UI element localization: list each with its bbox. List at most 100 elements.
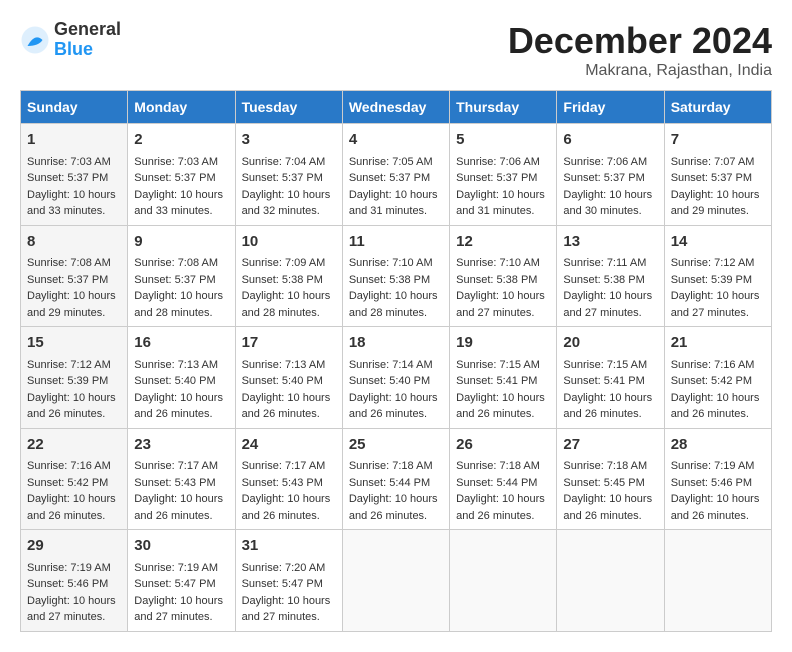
calendar-cell: 29Sunrise: 7:19 AMSunset: 5:46 PMDayligh…: [21, 530, 128, 632]
day-info-line: Sunset: 5:43 PM: [242, 475, 336, 492]
day-number: 24: [242, 434, 336, 457]
day-info-line: Sunset: 5:45 PM: [563, 475, 657, 492]
day-info-line: Sunrise: 7:17 AM: [242, 458, 336, 475]
calendar-cell: 13Sunrise: 7:11 AMSunset: 5:38 PMDayligh…: [557, 225, 664, 327]
day-info-line: Sunrise: 7:09 AM: [242, 255, 336, 272]
day-info-line: Sunrise: 7:13 AM: [242, 357, 336, 374]
day-info-line: Daylight: 10 hours: [134, 593, 228, 610]
day-info-line: Sunrise: 7:19 AM: [27, 560, 121, 577]
day-info-line: Sunset: 5:39 PM: [27, 373, 121, 390]
day-number: 14: [671, 231, 765, 254]
day-info-line: Sunrise: 7:10 AM: [456, 255, 550, 272]
day-info-line: and 27 minutes.: [27, 609, 121, 626]
day-info-line: Sunset: 5:46 PM: [671, 475, 765, 492]
calendar-cell: 15Sunrise: 7:12 AMSunset: 5:39 PMDayligh…: [21, 327, 128, 429]
day-info-line: Sunrise: 7:08 AM: [134, 255, 228, 272]
calendar-cell: 6Sunrise: 7:06 AMSunset: 5:37 PMDaylight…: [557, 124, 664, 226]
day-info-line: Sunset: 5:43 PM: [134, 475, 228, 492]
day-info-line: Sunrise: 7:17 AM: [134, 458, 228, 475]
day-info-line: Daylight: 10 hours: [671, 390, 765, 407]
day-info-line: Daylight: 10 hours: [563, 288, 657, 305]
day-info-line: Sunset: 5:37 PM: [563, 170, 657, 187]
day-number: 25: [349, 434, 443, 457]
weekday-header-saturday: Saturday: [664, 91, 771, 124]
day-info-line: Sunset: 5:41 PM: [456, 373, 550, 390]
day-info-line: Daylight: 10 hours: [27, 390, 121, 407]
day-info-line: Daylight: 10 hours: [27, 187, 121, 204]
day-info-line: Sunrise: 7:16 AM: [27, 458, 121, 475]
day-info-line: Daylight: 10 hours: [349, 187, 443, 204]
day-info-line: Sunset: 5:37 PM: [27, 170, 121, 187]
calendar-cell: 21Sunrise: 7:16 AMSunset: 5:42 PMDayligh…: [664, 327, 771, 429]
day-info-line: Sunset: 5:37 PM: [134, 170, 228, 187]
day-info-line: and 32 minutes.: [242, 203, 336, 220]
day-info-line: and 26 minutes.: [27, 406, 121, 423]
day-info-line: Sunrise: 7:12 AM: [27, 357, 121, 374]
day-number: 17: [242, 332, 336, 355]
calendar-cell: 27Sunrise: 7:18 AMSunset: 5:45 PMDayligh…: [557, 428, 664, 530]
day-number: 22: [27, 434, 121, 457]
day-number: 21: [671, 332, 765, 355]
day-info-line: and 28 minutes.: [349, 305, 443, 322]
week-row-3: 15Sunrise: 7:12 AMSunset: 5:39 PMDayligh…: [21, 327, 772, 429]
day-info-line: and 31 minutes.: [456, 203, 550, 220]
day-info-line: Sunrise: 7:12 AM: [671, 255, 765, 272]
day-info-line: and 26 minutes.: [242, 508, 336, 525]
day-info-line: and 27 minutes.: [563, 305, 657, 322]
day-info-line: Daylight: 10 hours: [349, 491, 443, 508]
day-info-line: Sunset: 5:42 PM: [671, 373, 765, 390]
day-info-line: Sunset: 5:38 PM: [242, 272, 336, 289]
day-info-line: Sunrise: 7:19 AM: [134, 560, 228, 577]
day-info-line: Sunset: 5:37 PM: [134, 272, 228, 289]
calendar-cell: 7Sunrise: 7:07 AMSunset: 5:37 PMDaylight…: [664, 124, 771, 226]
day-number: 12: [456, 231, 550, 254]
calendar-cell: 23Sunrise: 7:17 AMSunset: 5:43 PMDayligh…: [128, 428, 235, 530]
day-info-line: and 31 minutes.: [349, 203, 443, 220]
calendar-cell: 30Sunrise: 7:19 AMSunset: 5:47 PMDayligh…: [128, 530, 235, 632]
weekday-header-monday: Monday: [128, 91, 235, 124]
calendar-cell: 1Sunrise: 7:03 AMSunset: 5:37 PMDaylight…: [21, 124, 128, 226]
day-number: 13: [563, 231, 657, 254]
day-number: 5: [456, 129, 550, 152]
title-block: December 2024 Makrana, Rajasthan, India: [508, 20, 772, 80]
logo-icon: [20, 25, 50, 55]
day-info-line: Sunrise: 7:08 AM: [27, 255, 121, 272]
week-row-1: 1Sunrise: 7:03 AMSunset: 5:37 PMDaylight…: [21, 124, 772, 226]
day-info-line: Sunrise: 7:18 AM: [456, 458, 550, 475]
day-number: 27: [563, 434, 657, 457]
day-info-line: Sunset: 5:37 PM: [671, 170, 765, 187]
calendar-cell: 25Sunrise: 7:18 AMSunset: 5:44 PMDayligh…: [342, 428, 449, 530]
day-info-line: Sunrise: 7:10 AM: [349, 255, 443, 272]
day-info-line: Daylight: 10 hours: [134, 288, 228, 305]
calendar-cell: 8Sunrise: 7:08 AMSunset: 5:37 PMDaylight…: [21, 225, 128, 327]
calendar-cell: [342, 530, 449, 632]
calendar-cell: 18Sunrise: 7:14 AMSunset: 5:40 PMDayligh…: [342, 327, 449, 429]
day-info-line: and 29 minutes.: [27, 305, 121, 322]
day-info-line: and 27 minutes.: [242, 609, 336, 626]
day-info-line: Sunrise: 7:20 AM: [242, 560, 336, 577]
calendar-cell: 3Sunrise: 7:04 AMSunset: 5:37 PMDaylight…: [235, 124, 342, 226]
day-info-line: Sunrise: 7:07 AM: [671, 154, 765, 171]
day-info-line: Sunrise: 7:06 AM: [456, 154, 550, 171]
day-info-line: Sunset: 5:41 PM: [563, 373, 657, 390]
day-info-line: and 28 minutes.: [242, 305, 336, 322]
day-info-line: Daylight: 10 hours: [134, 390, 228, 407]
logo-line2: Blue: [54, 40, 121, 60]
weekday-header-thursday: Thursday: [450, 91, 557, 124]
day-number: 23: [134, 434, 228, 457]
logo-text: General Blue: [54, 20, 121, 60]
day-info-line: and 33 minutes.: [27, 203, 121, 220]
day-info-line: Daylight: 10 hours: [349, 390, 443, 407]
day-info-line: Sunrise: 7:03 AM: [134, 154, 228, 171]
day-info-line: and 27 minutes.: [671, 305, 765, 322]
day-info-line: Daylight: 10 hours: [242, 288, 336, 305]
day-info-line: Daylight: 10 hours: [349, 288, 443, 305]
day-info-line: and 26 minutes.: [242, 406, 336, 423]
day-info-line: Sunset: 5:44 PM: [349, 475, 443, 492]
day-info-line: Sunset: 5:37 PM: [242, 170, 336, 187]
day-info-line: Sunrise: 7:14 AM: [349, 357, 443, 374]
day-info-line: and 26 minutes.: [456, 508, 550, 525]
day-number: 8: [27, 231, 121, 254]
calendar-cell: 20Sunrise: 7:15 AMSunset: 5:41 PMDayligh…: [557, 327, 664, 429]
weekday-header-tuesday: Tuesday: [235, 91, 342, 124]
